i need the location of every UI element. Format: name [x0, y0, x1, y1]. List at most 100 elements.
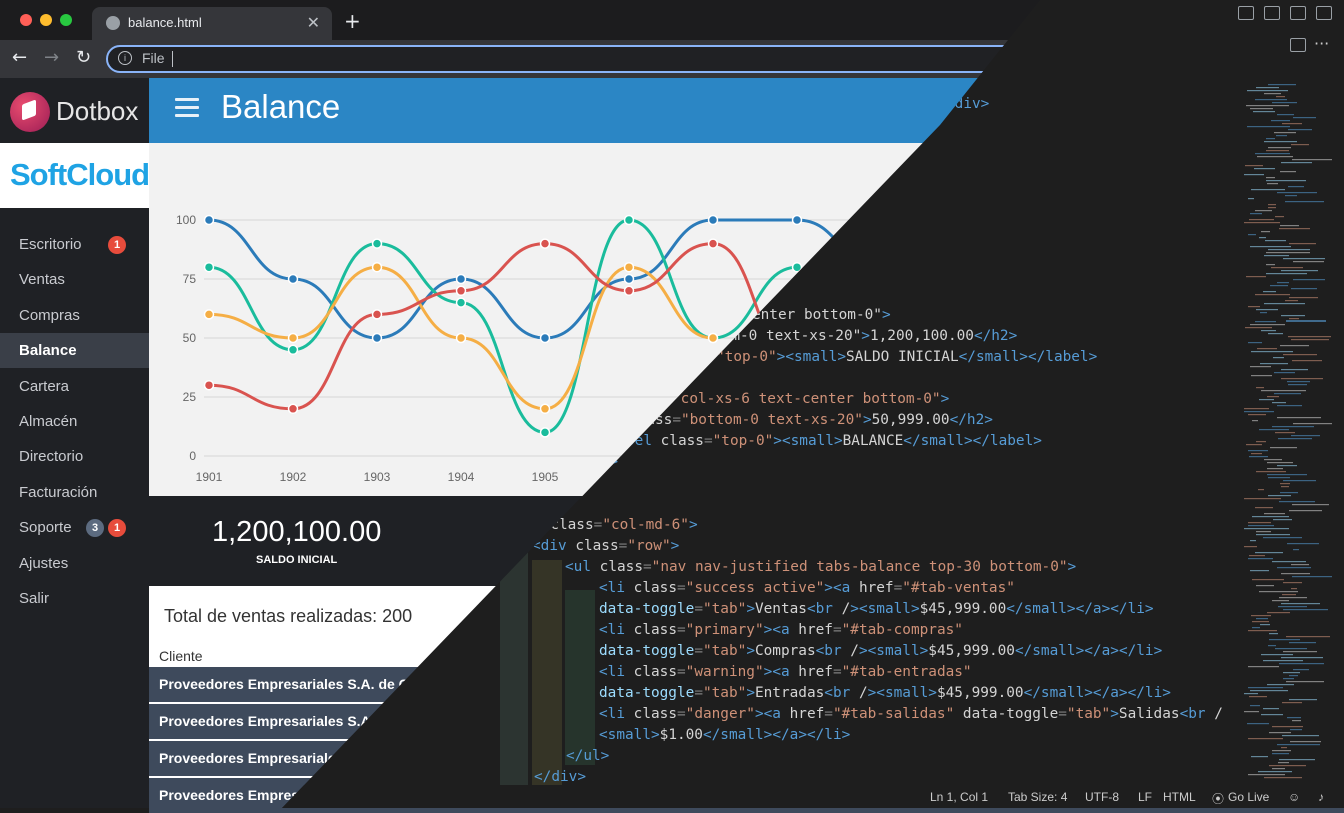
minimap-line [1289, 318, 1299, 320]
sidebar-item-cartera[interactable]: Cartera [0, 369, 149, 404]
sidebar-item-directorio[interactable]: Directorio [0, 439, 149, 474]
more-actions-icon[interactable]: ··· [1314, 34, 1329, 53]
file-encoding[interactable]: UTF-8 [1085, 790, 1119, 804]
data-point [623, 273, 635, 285]
minimap-line [1249, 219, 1274, 221]
code-line[interactable]: <li class="primary"><a href="#tab-compra… [599, 620, 963, 641]
minimap-line [1283, 354, 1317, 356]
sidebar-item-salir[interactable]: Salir [0, 581, 149, 616]
maximize-window-button[interactable] [60, 14, 72, 26]
customize-layout-icon[interactable] [1316, 6, 1332, 20]
code-line[interactable]: <li class="danger"><a href="#tab-salidas… [599, 704, 1223, 725]
minimap-line [1259, 399, 1274, 401]
close-window-button[interactable] [20, 14, 32, 26]
sidebar-item-label: Ajustes [19, 554, 69, 572]
sidebar-item-ventas[interactable]: Ventas [0, 262, 149, 297]
minimap-line [1248, 738, 1283, 740]
minimize-window-button[interactable] [40, 14, 52, 26]
sidebar-item-label: Facturación [19, 483, 98, 501]
reload-icon[interactable]: ↻ [76, 48, 91, 68]
minimap-line [1248, 558, 1273, 560]
minimap-line [1282, 735, 1319, 737]
sidebar-item-compras[interactable]: Compras [0, 298, 149, 333]
line-endings[interactable]: LF [1138, 790, 1152, 804]
minimap-line [1289, 675, 1298, 677]
minimap[interactable] [1236, 80, 1336, 785]
hamburger-menu-icon[interactable] [175, 98, 199, 118]
editor-title-bar: ··· [1040, 0, 1344, 80]
code-line[interactable]: <li class="warning"><a href="#tab-entrad… [599, 662, 972, 683]
minimap-line [1291, 564, 1309, 566]
code-line[interactable]: data-toggle="tab">Ventas<br /><small>$45… [599, 599, 1154, 620]
cursor-position[interactable]: Ln 1, Col 1 [930, 790, 988, 804]
minimap-line [1259, 429, 1289, 431]
notification-badge: 1 [108, 236, 126, 254]
toggle-sidebar-icon[interactable] [1238, 6, 1254, 20]
code-line[interactable]: <li class="success active"><a href="#tab… [599, 578, 1015, 599]
minimap-line [1263, 660, 1303, 662]
toggle-secondary-sidebar-icon[interactable] [1290, 6, 1306, 20]
sidebar-item-facturación[interactable]: Facturación [0, 475, 149, 510]
code-line[interactable]: </ul> [566, 746, 609, 767]
feedback-icon[interactable]: ☺ [1288, 790, 1300, 804]
sidebar-item-almacén[interactable]: Almacén [0, 404, 149, 439]
info-icon[interactable]: i [118, 51, 132, 65]
minimap-line [1244, 528, 1289, 530]
minimap-line [1260, 312, 1267, 314]
minimap-line [1263, 537, 1302, 539]
code-line[interactable]: <div class="row"> [532, 536, 679, 557]
code-line[interactable]: class="top-0"><small>SALDO INICIAL</smal… [664, 347, 1097, 368]
minimap-line [1264, 255, 1289, 257]
data-point [371, 238, 383, 249]
minimap-line [1256, 534, 1290, 536]
minimap-line [1246, 276, 1266, 278]
sidebar-item-label: Compras [19, 306, 80, 324]
minimap-line [1275, 648, 1307, 650]
notifications-bell-icon[interactable]: ♪ [1318, 790, 1324, 804]
back-icon[interactable]: ← [12, 48, 27, 68]
code-line[interactable]: <label class="top-0"><small>BALANCE</sma… [600, 431, 1042, 452]
minimap-line [1281, 315, 1305, 317]
minimap-line [1274, 132, 1296, 134]
new-tab-button[interactable]: + [344, 11, 361, 31]
minimap-line [1244, 498, 1281, 500]
minimap-line [1283, 678, 1294, 680]
close-tab-icon[interactable]: ✕ [307, 13, 320, 33]
code-line[interactable]: data-toggle="tab">Compras<br /><small>$4… [599, 641, 1162, 662]
sidebar-item-escritorio[interactable]: Escritorio 1 [0, 227, 149, 262]
minimap-line [1282, 123, 1302, 125]
minimap-line [1292, 720, 1301, 722]
minimap-line [1277, 744, 1320, 746]
data-point [539, 238, 551, 249]
minimap-line [1268, 645, 1276, 647]
minimap-line [1276, 96, 1285, 98]
minimap-line [1283, 582, 1302, 584]
browser-tab[interactable]: balance.html ✕ [92, 7, 332, 40]
split-editor-icon[interactable] [1290, 38, 1306, 52]
sidebar-item-label: Soporte [19, 519, 72, 537]
minimap-line [1272, 102, 1297, 104]
toggle-panel-icon[interactable] [1264, 6, 1280, 20]
tab-size[interactable]: Tab Size: 4 [1008, 790, 1067, 804]
minimap-line [1248, 666, 1279, 668]
minimap-line [1288, 129, 1312, 131]
sidebar-item-soporte[interactable]: Soporte 3 1 [0, 510, 149, 545]
code-line[interactable]: <ul class="nav nav-justified tabs-balanc… [565, 557, 1076, 578]
minimap-line [1282, 594, 1296, 596]
minimap-line [1250, 324, 1285, 326]
minimap-line [1292, 360, 1322, 362]
forward-icon[interactable]: → [44, 48, 59, 68]
language-mode[interactable]: HTML [1163, 790, 1196, 804]
code-line[interactable]: data-toggle="tab">Entradas<br /><small>$… [599, 683, 1171, 704]
data-point [371, 261, 383, 273]
code-line[interactable]: <small>$1.00</small></a></li> [599, 725, 850, 746]
data-point [539, 403, 551, 415]
sidebar-item-ajustes[interactable]: Ajustes [0, 546, 149, 581]
minimap-line [1264, 141, 1297, 143]
minimap-line [1244, 411, 1274, 413]
minimap-line [1285, 195, 1297, 197]
page-title: Balance [221, 88, 341, 125]
go-live-button[interactable]: Go Live [1228, 790, 1269, 804]
sidebar-item-balance[interactable]: Balance [0, 333, 149, 369]
minimap-line [1258, 771, 1292, 773]
